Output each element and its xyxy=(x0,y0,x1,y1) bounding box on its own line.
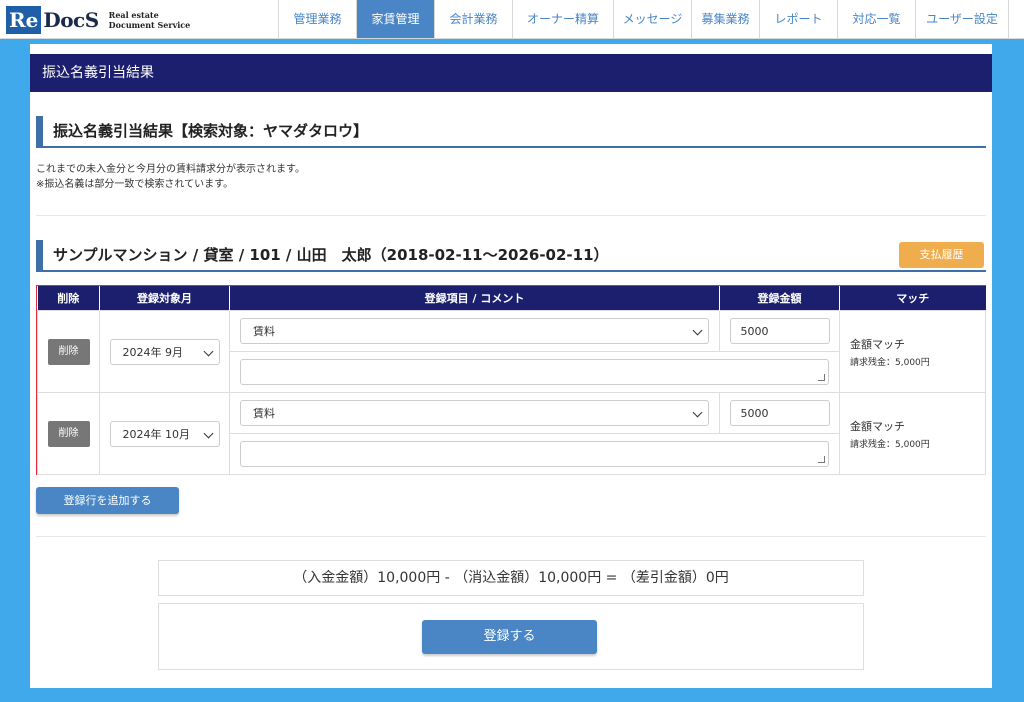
amount-input[interactable]: 5000 xyxy=(729,400,830,426)
amount-summary: （入金金額）10,000円 - （消込金額）10,000円 = （差引金額）0円 xyxy=(158,560,864,596)
section-title: 振込名義引当結果【検索対象：ヤマダタロウ】 xyxy=(36,116,986,148)
description-line-2: ※振込名義は部分一致で検索されています。 xyxy=(36,179,234,190)
month-select[interactable]: 2024年 9月 xyxy=(109,338,220,365)
table-row: 削除 2024年 9月 賃料 5000 金額マッチ 請求残金：5,000円 xyxy=(37,310,986,393)
delete-cell: 削除 xyxy=(37,392,100,475)
table-row: 削除 2024年 10月 賃料 5000 金額マッチ 請求残金：5,000円 xyxy=(37,392,986,475)
payment-history-button[interactable]: 支払履歴 xyxy=(899,242,984,268)
description-line-1: これまでの未入金分と今月分の賃料請求分が表示されます。 xyxy=(36,164,305,175)
contract-title: サンプルマンション / 貸室 / 101 / 山田 太郎（2018-02-11〜… xyxy=(36,240,986,272)
submit-container: 登録する xyxy=(158,603,864,670)
month-select[interactable]: 2024年 10月 xyxy=(109,420,220,447)
match-remaining: 請求残金：5,000円 xyxy=(850,439,930,450)
divider xyxy=(36,536,986,537)
match-cell: 金額マッチ 請求残金：5,000円 xyxy=(839,310,986,393)
amount-cell: 5000 xyxy=(719,392,840,434)
description: これまでの未入金分と今月分の賃料請求分が表示されます。 ※振込名義は部分一致で検… xyxy=(36,162,305,192)
comment-cell xyxy=(229,433,840,475)
header-amount: 登録金額 xyxy=(719,286,840,311)
logo-tagline: Real estate Document Service xyxy=(109,10,191,30)
nav-item-owner-settlement[interactable]: オーナー精算 xyxy=(512,0,613,38)
header-delete: 削除 xyxy=(37,286,100,311)
nav-item-reports[interactable]: レポート xyxy=(759,0,837,38)
resize-handle-icon[interactable] xyxy=(818,456,825,463)
nav-item-management[interactable]: 管理業務 xyxy=(278,0,356,38)
redocs-logo[interactable]: Re DocS Real estate Document Service xyxy=(6,5,190,35)
item-select[interactable]: 賃料 xyxy=(240,400,709,426)
chevron-down-icon xyxy=(692,325,703,336)
main-panel: 振込名義引当結果 振込名義引当結果【検索対象：ヤマダタロウ】 これまでの未入金分… xyxy=(30,44,992,688)
month-select-value: 2024年 10月 xyxy=(122,427,191,441)
nav-item-accounting[interactable]: 会計業務 xyxy=(434,0,512,38)
match-cell: 金額マッチ 請求残金：5,000円 xyxy=(839,392,986,475)
match-status: 金額マッチ xyxy=(850,419,905,433)
amount-input[interactable]: 5000 xyxy=(729,318,830,344)
nav-item-user-settings[interactable]: ユーザー設定 xyxy=(915,0,1009,38)
nav-item-recruitment[interactable]: 募集業務 xyxy=(691,0,759,38)
match-status: 金額マッチ xyxy=(850,337,905,351)
add-row-button[interactable]: 登録行を追加する xyxy=(36,487,179,514)
comment-textarea[interactable] xyxy=(240,359,829,385)
delete-button[interactable]: 削除 xyxy=(47,338,90,365)
chevron-down-icon xyxy=(203,428,213,438)
delete-button[interactable]: 削除 xyxy=(47,420,90,447)
nav-item-rent-management[interactable]: 家賃管理 xyxy=(356,0,434,38)
comment-textarea[interactable] xyxy=(240,441,829,467)
item-cell: 賃料 xyxy=(229,310,720,352)
header-match: マッチ xyxy=(839,286,986,311)
match-remaining: 請求残金：5,000円 xyxy=(850,357,930,368)
item-cell: 賃料 xyxy=(229,392,720,434)
nav-item-messages[interactable]: メッセージ xyxy=(613,0,691,38)
main-nav: 管理業務 家賃管理 会計業務 オーナー精算 メッセージ 募集業務 レポート 対応… xyxy=(278,0,1009,38)
divider xyxy=(36,215,986,216)
month-cell: 2024年 9月 xyxy=(99,310,230,393)
header-month: 登録対象月 xyxy=(99,286,230,311)
nav-item-responses[interactable]: 対応一覧 xyxy=(837,0,915,38)
resize-handle-icon[interactable] xyxy=(818,374,825,381)
header-item: 登録項目 / コメント xyxy=(229,286,720,311)
month-select-value: 2024年 9月 xyxy=(122,345,184,359)
amount-cell: 5000 xyxy=(719,310,840,352)
logo-docs: DocS xyxy=(43,8,99,32)
top-navbar: Re DocS Real estate Document Service 管理業… xyxy=(0,0,1024,39)
item-select-value: 賃料 xyxy=(253,325,275,338)
chevron-down-icon xyxy=(692,407,703,418)
comment-cell xyxy=(229,351,840,393)
item-select[interactable]: 賃料 xyxy=(240,318,709,344)
delete-cell: 削除 xyxy=(37,310,100,393)
logo-tagline-line1: Real estate xyxy=(108,10,159,20)
registration-table: 削除 登録対象月 登録項目 / コメント 登録金額 マッチ 削除 2024年 9… xyxy=(36,285,986,475)
logo-tagline-line2: Document Service xyxy=(108,20,191,30)
page-header: 振込名義引当結果 xyxy=(30,54,992,92)
month-cell: 2024年 10月 xyxy=(99,392,230,475)
chevron-down-icon xyxy=(203,346,213,356)
logo-re: Re xyxy=(6,6,42,34)
register-button[interactable]: 登録する xyxy=(422,620,597,654)
item-select-value: 賃料 xyxy=(253,407,275,420)
